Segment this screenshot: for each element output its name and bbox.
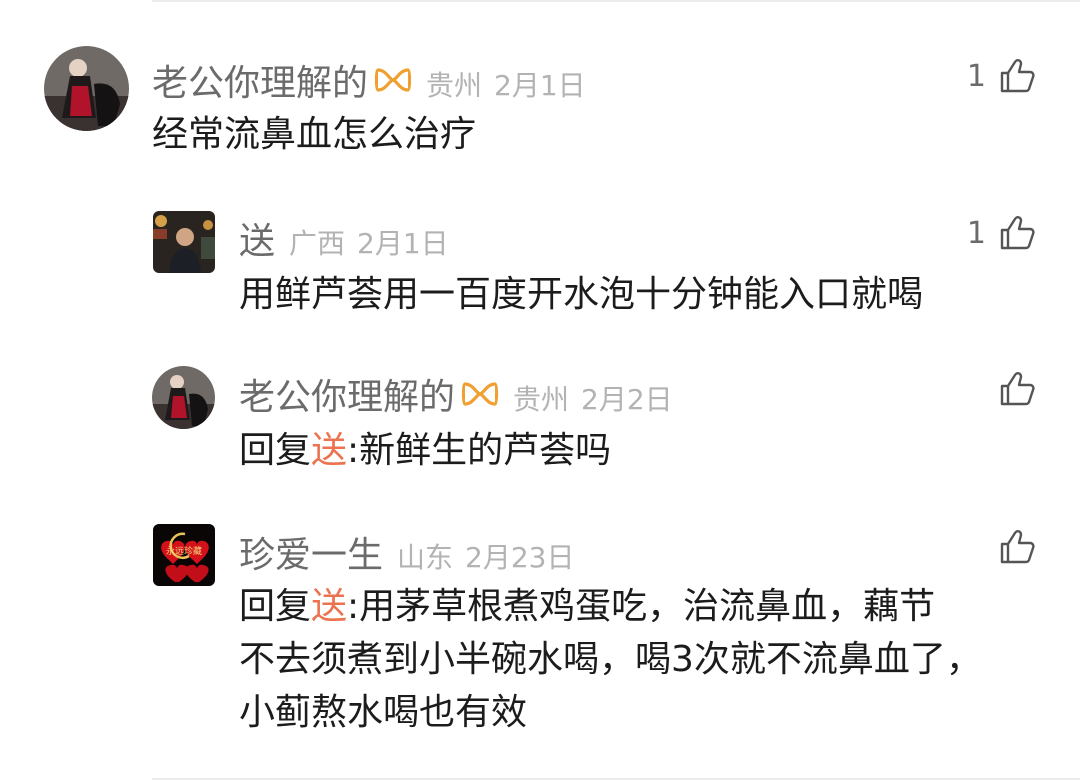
comment-text: 回复送:新鲜生的芦荟吗 — [239, 424, 611, 477]
thumbs-up-icon — [1000, 372, 1035, 406]
reply-body-line: 小蓟熬水喝也有效 — [239, 692, 528, 733]
avatar-image — [152, 366, 215, 429]
avatar-image — [44, 46, 129, 131]
reply-colon: : — [347, 430, 360, 471]
date-label: 2月23日 — [465, 541, 575, 574]
thumbs-up-icon — [1000, 530, 1035, 564]
like-count: 1 — [966, 215, 986, 251]
reply-body: 新鲜生的芦荟吗 — [359, 430, 612, 471]
reply-to-user-link[interactable]: 送 — [311, 586, 347, 627]
comment-text: 经常流鼻血怎么治疗 — [152, 114, 477, 155]
username[interactable]: 老公你理解的 — [152, 54, 368, 106]
reply-prefix: 回复 — [239, 430, 312, 471]
bottom-divider — [152, 778, 1080, 780]
reply-body-line: 不去须煮到小半碗水喝，喝3次就不流鼻血了， — [239, 639, 982, 680]
reply-prefix: 回复 — [239, 586, 312, 627]
avatar[interactable] — [152, 366, 215, 429]
location-label: 山东 — [397, 541, 454, 574]
thumbs-up-icon — [1000, 216, 1035, 250]
comment-text: 用鲜芦荟用一百度开水泡十分钟能入口就喝 — [239, 274, 924, 315]
like-button[interactable]: 1 — [967, 57, 1036, 95]
username[interactable]: 送 — [239, 212, 275, 264]
avatar[interactable]: 永远珍藏 — [153, 524, 215, 586]
reply-colon: : — [347, 586, 360, 627]
date-label: 2月1日 — [357, 227, 449, 260]
avatar-image: 永远珍藏 — [153, 524, 215, 586]
like-button[interactable]: 1 — [967, 214, 1036, 252]
reply-line: 回复送:用茅草根煮鸡蛋吃，治流鼻血，藕节 — [239, 580, 982, 633]
reply-to-user-link[interactable]: 送 — [311, 430, 347, 471]
like-count: 1 — [966, 58, 986, 94]
avatar-text: 永远珍藏 — [166, 545, 202, 557]
avatar[interactable] — [44, 46, 129, 131]
avatar[interactable] — [153, 211, 215, 273]
username[interactable]: 老公你理解的 — [239, 368, 455, 420]
reply-body-line: 用茅草根煮鸡蛋吃，治流鼻血，藕节 — [359, 586, 936, 627]
location-label: 贵州 — [426, 69, 483, 102]
location-label: 广西 — [289, 227, 346, 260]
like-button[interactable] — [986, 370, 1036, 408]
orange-infinity-badge-icon — [374, 68, 412, 92]
date-label: 2月1日 — [494, 69, 586, 102]
top-divider — [152, 0, 1080, 2]
thumbs-up-icon — [1000, 59, 1035, 93]
comment-text: 回复送:用茅草根煮鸡蛋吃，治流鼻血，藕节 不去须煮到小半碗水喝，喝3次就不流鼻血… — [239, 580, 982, 739]
like-button[interactable] — [986, 528, 1036, 566]
username[interactable]: 珍爱一生 — [239, 526, 383, 578]
avatar-image — [153, 211, 215, 273]
orange-infinity-badge-icon — [461, 382, 499, 406]
date-label: 2月2日 — [581, 383, 673, 416]
location-label: 贵州 — [513, 383, 570, 416]
